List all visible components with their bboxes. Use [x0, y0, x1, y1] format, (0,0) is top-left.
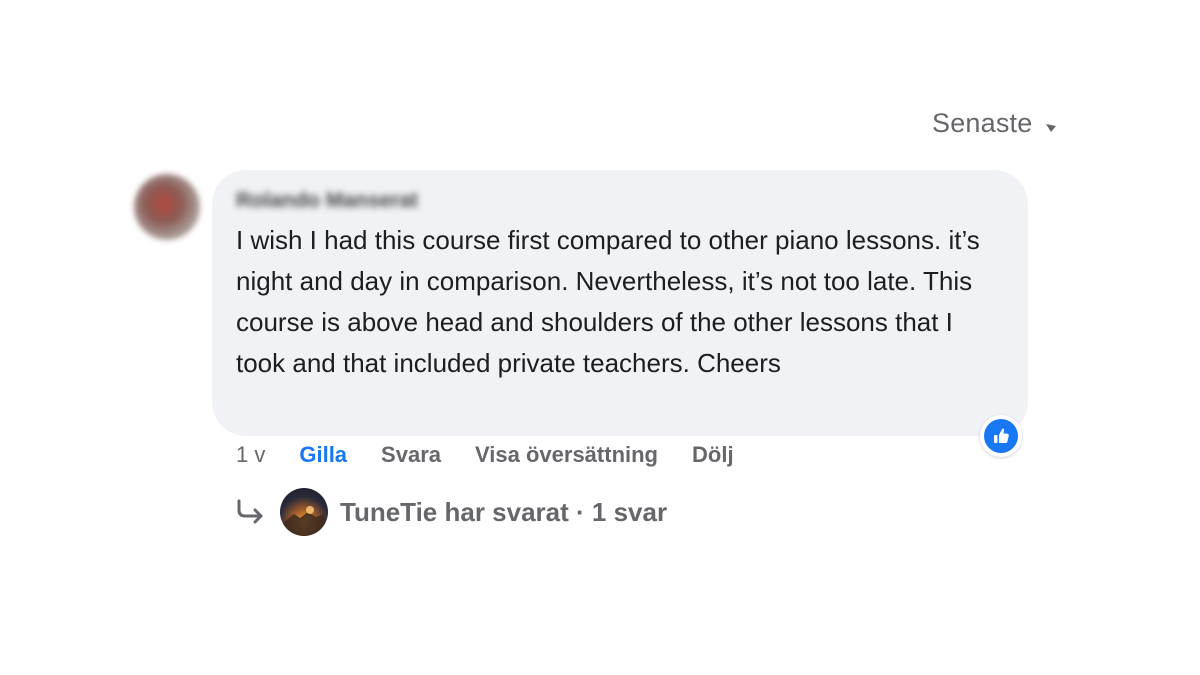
hide-button[interactable]: Dölj	[692, 442, 734, 468]
commenter-avatar[interactable]	[134, 174, 200, 240]
sort-label: Senaste	[932, 108, 1033, 138]
comment-section: Senaste Rolando Manserat I wish I had th…	[0, 0, 1200, 675]
sort-dropdown[interactable]: Senaste	[932, 108, 1058, 139]
view-replies-link[interactable]: TuneTie har svarat · 1 svar	[234, 488, 667, 536]
like-icon	[984, 419, 1018, 453]
replies-summary: TuneTie har svarat · 1 svar	[340, 496, 668, 527]
reply-button[interactable]: Svara	[381, 442, 441, 468]
chevron-down-icon	[1044, 120, 1058, 134]
reaction-badge[interactable]	[980, 415, 1022, 457]
comment-bubble: Rolando Manserat I wish I had this cours…	[212, 170, 1028, 436]
comment-text: I wish I had this course first compared …	[236, 225, 980, 378]
comment-timestamp[interactable]: 1 v	[236, 442, 265, 468]
translate-button[interactable]: Visa översättning	[475, 442, 658, 468]
reply-author-avatar	[280, 488, 328, 536]
reply-arrow-icon	[234, 497, 268, 527]
comment-actions: 1 v Gilla Svara Visa översättning Dölj	[236, 440, 768, 470]
comment-author[interactable]: Rolando Manserat	[236, 188, 1002, 214]
like-button[interactable]: Gilla	[299, 442, 347, 468]
